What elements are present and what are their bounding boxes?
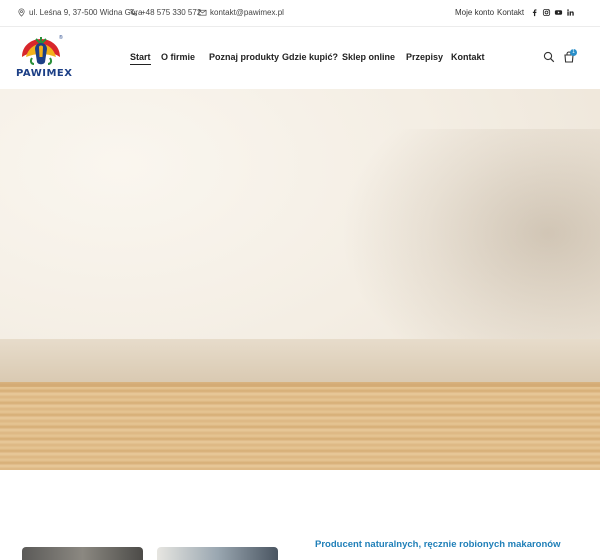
top-bar: ul. Leśna 9, 37-500 Widna Góra +48 575 3… <box>0 0 600 27</box>
email-info[interactable]: kontakt@pawimex.pl <box>198 8 284 17</box>
facebook-icon[interactable] <box>530 8 539 17</box>
nav-start[interactable]: Start <box>130 52 151 65</box>
table-edge <box>0 382 600 387</box>
youtube-icon[interactable] <box>554 8 563 17</box>
main-header: ® PAWIMEX Start O firmie Poznaj produkty… <box>0 27 600 89</box>
phone-info[interactable]: +48 575 330 572 <box>129 8 201 17</box>
address-info: ul. Leśna 9, 37-500 Widna Góra <box>17 8 142 17</box>
product-image-card-1[interactable] <box>22 547 143 560</box>
cart-count-badge: 1 <box>570 49 577 56</box>
nav-kontakt[interactable]: Kontakt <box>451 52 485 62</box>
address-text: ul. Leśna 9, 37-500 Widna Góra <box>29 8 143 17</box>
my-account-link[interactable]: Moje konto <box>455 8 494 17</box>
linkedin-icon[interactable] <box>566 8 575 17</box>
registered-mark: ® <box>59 35 63 41</box>
email-text[interactable]: kontakt@pawimex.pl <box>210 8 284 17</box>
pawimex-logo[interactable]: ® PAWIMEX <box>16 35 73 83</box>
product-image-card-2[interactable] <box>157 547 278 560</box>
nav-sklep-online[interactable]: Sklep online <box>342 52 395 62</box>
search-icon[interactable] <box>543 51 555 63</box>
logo-wordmark: PAWIMEX <box>16 68 73 79</box>
contact-link-top[interactable]: Kontakt <box>497 8 524 17</box>
nav-przepisy[interactable]: Przepisy <box>406 52 443 62</box>
nav-gdzie-kupic[interactable]: Gdzie kupić? <box>282 52 338 62</box>
nav-o-firmie[interactable]: O firmie <box>161 52 195 62</box>
wooden-table-top <box>0 382 600 470</box>
hero-banner <box>0 89 600 470</box>
envelope-icon <box>198 9 207 16</box>
nav-poznaj-produkty[interactable]: Poznaj produkty <box>209 52 279 62</box>
wall-bottom-shade <box>0 339 600 384</box>
location-pin-icon <box>18 8 25 17</box>
phone-text[interactable]: +48 575 330 572 <box>141 8 201 17</box>
phone-icon <box>130 8 138 16</box>
instagram-icon[interactable] <box>542 8 551 17</box>
section-heading: Producent naturalnych, ręcznie robionych… <box>315 539 561 550</box>
